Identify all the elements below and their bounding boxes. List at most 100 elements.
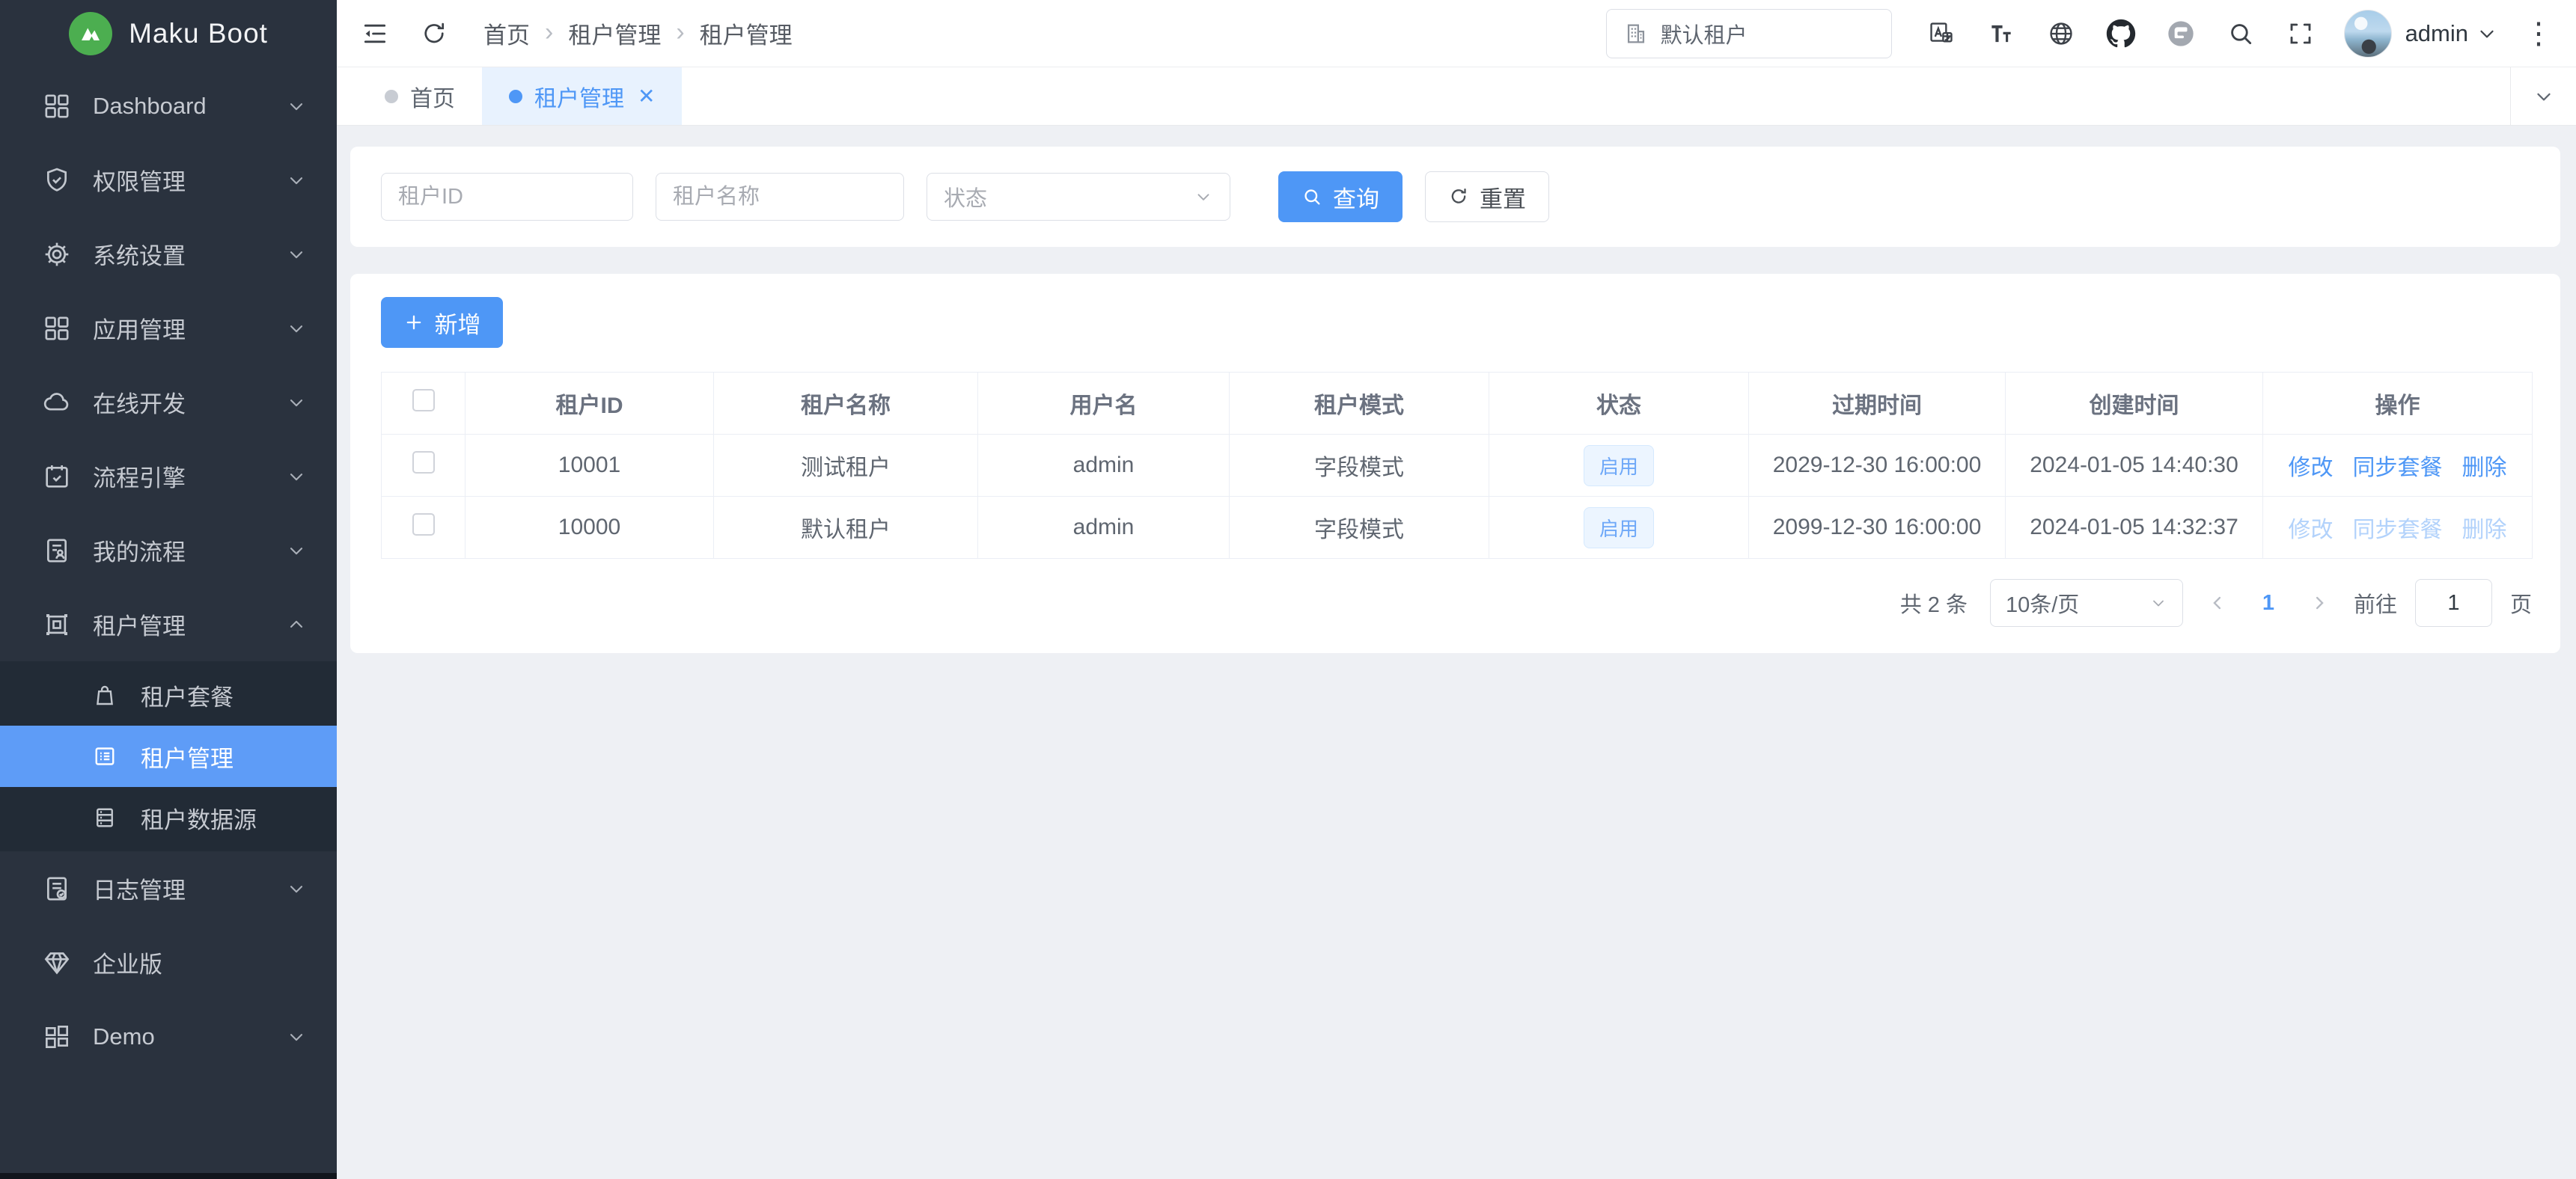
col-expire-time: 过期时间 [1749, 373, 2006, 435]
tab-dot [509, 90, 522, 103]
sidebar-item-label: 租户管理 [93, 607, 286, 641]
fullscreen-icon[interactable] [2271, 10, 2331, 58]
server-icon [91, 804, 118, 831]
sidebar-item-label: 租户管理 [141, 740, 234, 774]
username: admin [2405, 20, 2468, 47]
table-header-row: 租户ID 租户名称 用户名 租户模式 状态 过期时间 创建时间 操作 [382, 373, 2533, 435]
sidebar-item-system[interactable]: 系统设置 [0, 217, 337, 291]
sidebar-item-applications[interactable]: 应用管理 [0, 291, 337, 365]
cell-select [382, 435, 466, 497]
goto-label: 前往 [2354, 587, 2397, 619]
grid-icon [42, 91, 72, 121]
tenant-table: 租户ID 租户名称 用户名 租户模式 状态 过期时间 创建时间 操作 [381, 372, 2533, 559]
refresh-icon [1448, 186, 1469, 207]
cell-username: admin [978, 435, 1230, 497]
user-menu[interactable]: admin [2344, 10, 2498, 58]
breadcrumb-separator: › [676, 19, 684, 48]
delete-link: 删除 [2462, 511, 2507, 544]
sidebar-submenu-tenant: 租户套餐 租户管理 租户数据源 [0, 661, 337, 851]
page-size-select[interactable]: 10条/页 [1990, 579, 2183, 627]
sidebar-item-dashboard[interactable]: Dashboard [0, 69, 337, 143]
cell-status: 启用 [1489, 435, 1749, 497]
gitee-icon[interactable] [2151, 10, 2211, 58]
shield-check-icon [42, 165, 72, 195]
sidebar-item-online-dev[interactable]: 在线开发 [0, 365, 337, 439]
add-button[interactable]: 新增 [381, 297, 503, 348]
close-icon[interactable]: ✕ [638, 84, 655, 108]
page-number[interactable]: 1 [2252, 591, 2285, 616]
edit-link: 修改 [2289, 511, 2334, 544]
tabbar: 首页 租户管理 ✕ [337, 67, 2576, 126]
status-select-placeholder: 状态 [944, 181, 987, 212]
chevron-down-icon [286, 540, 307, 561]
logo[interactable]: Maku Boot [0, 0, 337, 67]
sidebar-item-tenant[interactable]: 租户管理 [0, 587, 337, 661]
sidebar-item-label: Demo [93, 1023, 286, 1050]
chevron-down-icon [286, 96, 307, 117]
cell-tenant-id: 10001 [466, 435, 714, 497]
sidebar-item-workflow[interactable]: 流程引擎 [0, 439, 337, 513]
select-all-checkbox[interactable] [412, 389, 435, 411]
refresh-icon[interactable] [421, 20, 448, 47]
cell-mode: 字段模式 [1230, 497, 1489, 559]
tab-dot [385, 90, 398, 103]
sync-package-link[interactable]: 同步套餐 [2353, 449, 2443, 482]
app-root: Maku Boot Dashboard 权限管理 [0, 0, 2576, 1179]
sidebar-item-permissions[interactable]: 权限管理 [0, 143, 337, 217]
row-checkbox[interactable] [412, 451, 435, 474]
cell-username: admin [978, 497, 1230, 559]
app-title: Maku Boot [129, 18, 268, 49]
breadcrumb-item-home[interactable]: 首页 [483, 16, 530, 50]
globe-icon[interactable] [2031, 10, 2091, 58]
col-create-time: 创建时间 [2006, 373, 2263, 435]
tab-actions-dropdown[interactable] [2510, 67, 2576, 125]
col-status: 状态 [1489, 373, 1749, 435]
tab-label: 租户管理 [534, 80, 624, 113]
tab-home[interactable]: 首页 [358, 67, 482, 125]
chevron-down-icon [286, 170, 307, 191]
cell-expire-time: 2099-12-30 16:00:00 [1749, 497, 2006, 559]
row-checkbox[interactable] [412, 513, 435, 536]
col-tenant-name: 租户名称 [714, 373, 978, 435]
breadcrumb-separator: › [545, 19, 553, 48]
sidebar-item-enterprise[interactable]: 企业版 [0, 925, 337, 999]
cell-expire-time: 2029-12-30 16:00:00 [1749, 435, 2006, 497]
next-page-button[interactable] [2303, 579, 2336, 627]
sidebar-item-label: 权限管理 [93, 163, 286, 197]
sidebar-item-tenant-datasource[interactable]: 租户数据源 [0, 787, 337, 848]
search-button[interactable]: 查询 [1278, 171, 1403, 222]
page-size-value: 10条/页 [2006, 587, 2079, 619]
main-area: 首页 › 租户管理 › 租户管理 默认租户 [337, 0, 2576, 1179]
tab-tenant-manage[interactable]: 租户管理 ✕ [482, 67, 682, 125]
tenant-select[interactable]: 默认租户 [1606, 9, 1892, 58]
chevron-down-icon [286, 244, 307, 265]
edit-link[interactable]: 修改 [2289, 449, 2334, 482]
status-select[interactable]: 状态 [927, 173, 1230, 221]
cell-select [382, 497, 466, 559]
reset-button[interactable]: 重置 [1425, 171, 1549, 222]
tenant-id-input[interactable] [381, 173, 633, 221]
translate-icon[interactable] [1911, 10, 1971, 58]
collapse-menu-icon[interactable] [361, 19, 389, 48]
goto-page-input[interactable] [2415, 579, 2492, 627]
prev-page-button[interactable] [2201, 579, 2234, 627]
kebab-menu-icon[interactable]: ⋮ [2524, 19, 2554, 49]
sidebar-item-logs[interactable]: 日志管理 [0, 851, 337, 925]
col-mode: 租户模式 [1230, 373, 1489, 435]
font-size-icon[interactable] [1971, 10, 2031, 58]
github-icon[interactable] [2091, 10, 2151, 58]
sidebar-item-my-workflow[interactable]: 我的流程 [0, 513, 337, 587]
sync-package-link: 同步套餐 [2353, 511, 2443, 544]
sidebar-item-label: 租户数据源 [141, 801, 257, 835]
search-icon[interactable] [2211, 10, 2271, 58]
sidebar-item-label: 企业版 [93, 946, 307, 979]
sidebar-item-tenant-package[interactable]: 租户套餐 [0, 664, 337, 726]
chevron-down-icon [286, 878, 307, 899]
delete-link[interactable]: 删除 [2462, 449, 2507, 482]
sidebar-item-demo[interactable]: Demo [0, 999, 337, 1074]
sidebar-item-label: 系统设置 [93, 237, 286, 271]
tenant-name-input[interactable] [656, 173, 904, 221]
breadcrumb-item-tenant[interactable]: 租户管理 [568, 16, 661, 50]
sidebar-item-tenant-manage[interactable]: 租户管理 [0, 726, 337, 787]
status-badge: 启用 [1584, 507, 1654, 548]
